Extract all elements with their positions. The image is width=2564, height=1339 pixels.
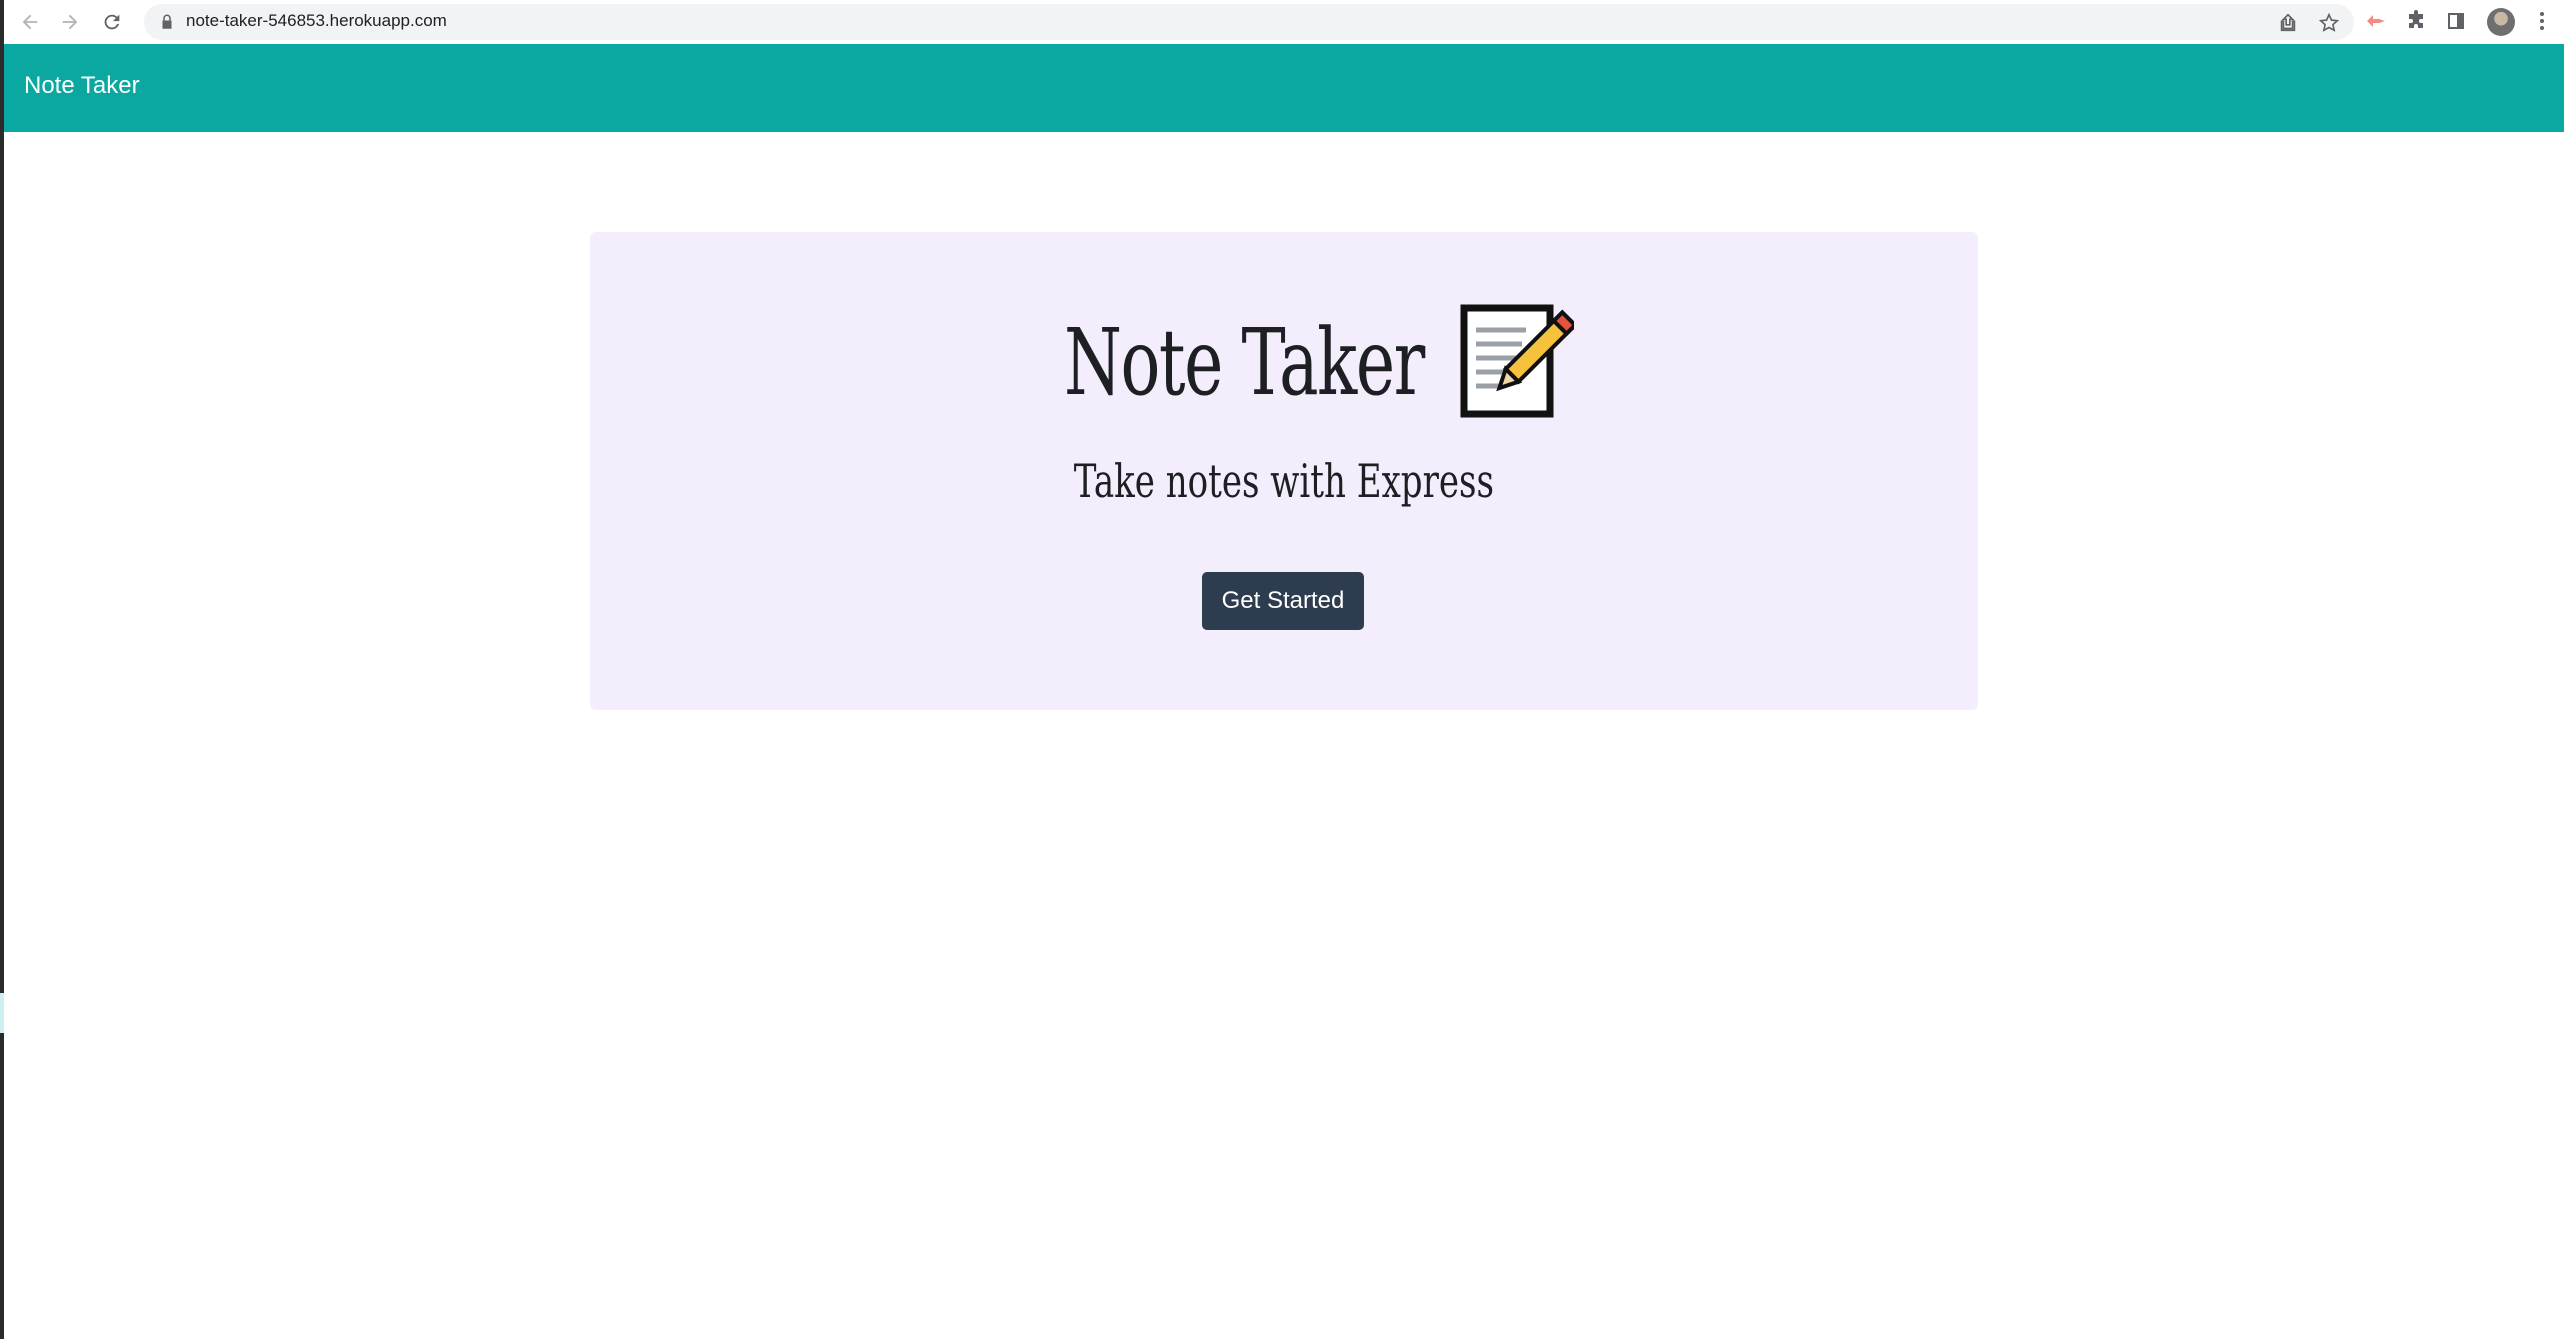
hero-panel: Note Taker Take notes with Express Get S… (590, 232, 1978, 710)
menu-dots-icon[interactable] (2530, 9, 2554, 33)
app-navbar: Note Taker (4, 44, 2564, 132)
share-icon[interactable] (2277, 12, 2299, 34)
navbar-brand[interactable]: Note Taker (24, 72, 140, 100)
browser-toolbar: note-taker-546853.herokuapp.com (4, 0, 2564, 45)
memo-icon (1460, 304, 1574, 418)
back-button[interactable] (14, 6, 46, 38)
url-text: note-taker-546853.herokuapp.com (186, 11, 447, 30)
forward-button[interactable] (54, 6, 86, 38)
subtitle-text: Take notes with Express (1073, 454, 1495, 508)
puzzle-icon[interactable] (2404, 9, 2428, 33)
extension-red-icon[interactable] (2364, 9, 2388, 33)
get-started-button[interactable]: Get Started (1202, 572, 1364, 630)
side-panel-icon[interactable] (2444, 9, 2468, 33)
reload-icon (104, 14, 120, 30)
reload-button[interactable] (96, 6, 128, 38)
address-bar[interactable]: note-taker-546853.herokuapp.com (144, 4, 2354, 40)
arrow-right-icon (62, 14, 78, 30)
page-subtitle: Take notes with Express (590, 454, 1978, 508)
star-icon[interactable] (2318, 12, 2340, 34)
arrow-left-icon (22, 14, 38, 30)
page-title: Note Taker (1064, 308, 1425, 416)
title-row: Note Taker (590, 302, 1978, 422)
window-edge (0, 0, 4, 1339)
avatar[interactable] (2487, 8, 2515, 36)
window-edge-accent (0, 993, 4, 1033)
lock-icon (162, 14, 172, 29)
